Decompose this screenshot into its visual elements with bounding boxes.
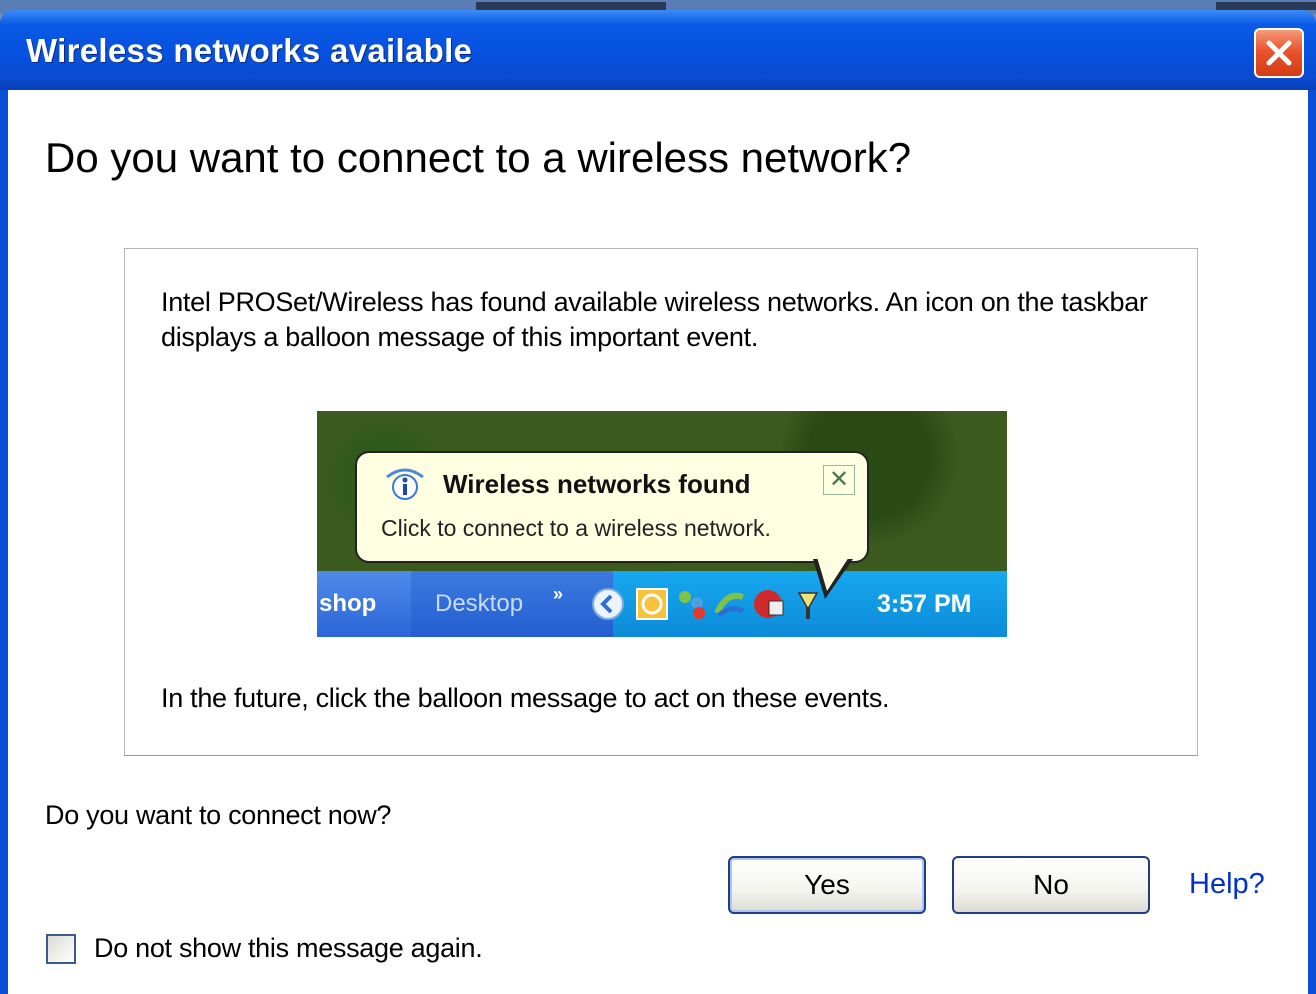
taskbar-item: shop	[317, 571, 411, 637]
taskbar: shop Desktop » 3:57 PM	[317, 571, 1007, 637]
system-tray: 3:57 PM	[592, 571, 1007, 637]
balloon-text: Click to connect to a wireless network.	[381, 515, 771, 541]
dont-show-again-label[interactable]: Do not show this message again.	[94, 933, 483, 964]
no-button[interactable]: No	[952, 856, 1150, 914]
background-detail	[1216, 2, 1316, 10]
title-bar[interactable]: Wireless networks available	[0, 10, 1316, 90]
chevron-icon: »	[553, 584, 564, 604]
media-icon	[636, 588, 668, 620]
window-title: Wireless networks available	[26, 32, 473, 69]
taskbar-clock: 3:57 PM	[877, 590, 972, 618]
dialog-window: Wireless networks available Do you want …	[0, 10, 1316, 994]
info-panel: Intel PROSet/Wireless has found availabl…	[124, 248, 1198, 756]
close-icon	[1266, 40, 1292, 66]
help-link[interactable]: Help?	[1189, 868, 1265, 901]
yes-button[interactable]: Yes	[728, 856, 926, 914]
dont-show-again-row[interactable]: Do not show this message again.	[46, 933, 483, 964]
balloon-message: Wireless networks found ✕ Click to conne…	[355, 451, 869, 563]
example-screenshot: shop Desktop » 3:57 PM Wireless networks…	[317, 411, 1007, 637]
security-icon	[754, 590, 784, 618]
network-icon	[679, 591, 705, 619]
info-icon	[386, 468, 424, 500]
dont-show-again-checkbox[interactable]	[46, 933, 76, 964]
dialog-content: Do you want to connect to a wireless net…	[8, 90, 1308, 994]
close-icon: ✕	[823, 465, 855, 495]
close-button[interactable]	[1254, 28, 1304, 78]
connection-icon	[714, 592, 745, 617]
info-message: Intel PROSet/Wireless has found availabl…	[161, 287, 1148, 352]
background-detail	[476, 2, 666, 10]
connect-question: Do you want to connect now?	[45, 800, 392, 830]
taskbar-item-desktop: Desktop	[435, 590, 524, 617]
future-hint: In the future, click the balloon message…	[161, 683, 890, 713]
page-title: Do you want to connect to a wireless net…	[45, 134, 912, 181]
back-arrow-icon	[592, 588, 624, 620]
balloon-title: Wireless networks found	[443, 469, 751, 499]
